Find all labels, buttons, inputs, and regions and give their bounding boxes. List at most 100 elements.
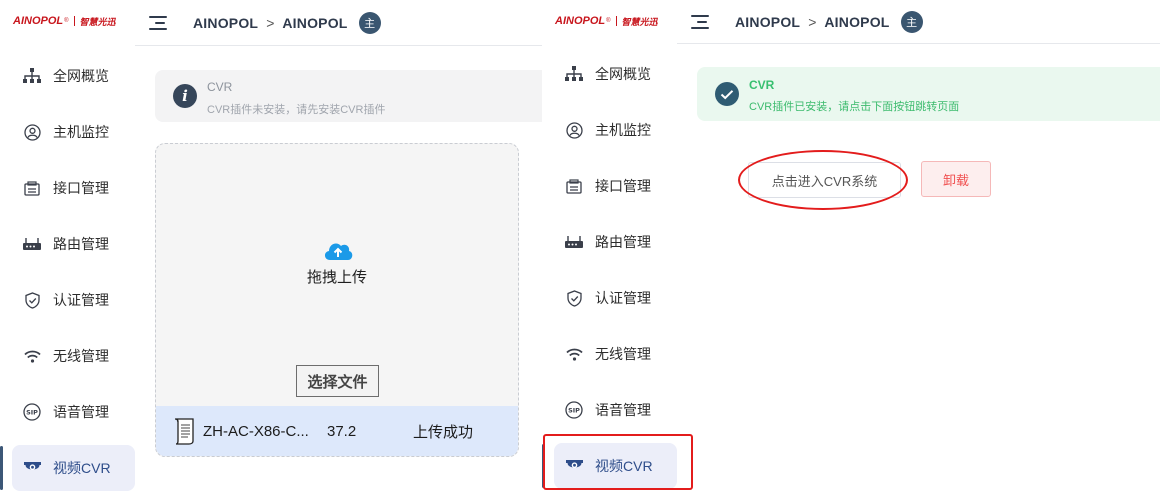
sidebar: AINOPOL ® 智慧光迅 全网概览 主机监控 接口管理 路由管理 认证管理 …	[542, 0, 677, 494]
sip-icon: SIP	[564, 400, 584, 420]
logo-separator	[73, 16, 75, 26]
interface-icon	[564, 176, 584, 196]
sidebar-item-label: 全网概览	[595, 66, 651, 82]
sidebar-item-label: 语音管理	[53, 404, 109, 420]
breadcrumb: AINOPOL > AINOPOL	[193, 15, 348, 31]
alert-description: CVR插件未安装，请先安装CVR插件	[207, 104, 386, 116]
user-circle-icon	[564, 120, 584, 140]
logo: AINOPOL ® 智慧光迅	[555, 10, 658, 32]
sidebar-item-label: 视频CVR	[53, 460, 111, 476]
sidebar-item-routing[interactable]: 路由管理	[0, 216, 135, 272]
sidebar-item-wireless[interactable]: 无线管理	[542, 326, 677, 382]
sidebar-item-host-monitor[interactable]: 主机监控	[0, 104, 135, 160]
sidebar-nav: 全网概览 主机监控 接口管理 路由管理 认证管理 无线管理 SIP 语音管理 视…	[542, 46, 677, 494]
check-circle-icon	[715, 82, 739, 106]
sidebar-item-label: 语音管理	[595, 402, 651, 418]
logo: AINOPOL ® 智慧光迅	[13, 10, 116, 32]
router-icon	[22, 234, 42, 254]
document-icon	[173, 417, 197, 445]
sidebar-item-label: 无线管理	[595, 346, 651, 362]
breadcrumb-item[interactable]: AINOPOL	[735, 14, 800, 30]
top-bar: AINOPOL > AINOPOL 主	[135, 0, 542, 46]
upload-status: 上传成功	[413, 423, 474, 441]
avatar[interactable]: 主	[358, 11, 381, 34]
network-topology-icon	[564, 64, 584, 84]
sidebar-item-voice[interactable]: SIP 语音管理	[542, 382, 677, 438]
uninstall-button[interactable]: 卸载	[921, 161, 991, 197]
sidebar-item-interface[interactable]: 接口管理	[542, 158, 677, 214]
network-topology-icon	[22, 66, 42, 86]
file-size: 37.2	[327, 422, 357, 440]
sidebar-item-network-overview[interactable]: 全网概览	[542, 46, 677, 102]
logo-separator	[615, 16, 617, 26]
alert-title: CVR	[749, 78, 775, 92]
shield-check-icon	[22, 290, 42, 310]
logo-registered-mark: ®	[64, 18, 69, 24]
uploaded-file-row: ZH-AC-X86-C... 37.2 上传成功	[156, 406, 518, 456]
sidebar-item-label: 路由管理	[53, 236, 109, 252]
svg-text:SIP: SIP	[26, 409, 38, 417]
router-icon	[564, 232, 584, 252]
breadcrumb-separator: >	[266, 14, 275, 31]
alert-description: CVR插件已安装，请点击下面按钮跳转页面	[749, 101, 960, 113]
top-bar: AINOPOL > AINOPOL 主	[677, 0, 1160, 44]
sidebar-item-label: 接口管理	[53, 180, 109, 196]
breadcrumb-item[interactable]: AINOPOL	[193, 15, 258, 31]
upload-dropzone[interactable]: 拖拽上传 选择文件 ZH-AC-X86-C... 37.2 上传成功	[155, 143, 519, 457]
menu-toggle-icon[interactable]	[691, 14, 709, 29]
sidebar-item-routing[interactable]: 路由管理	[542, 214, 677, 270]
left-screenshot-panel: AINOPOL ® 智慧光迅 全网概览 主机监控 接口管理 路由管理 认证管理 …	[0, 0, 542, 494]
active-indicator	[542, 444, 545, 488]
sidebar-item-label: 认证管理	[53, 292, 109, 308]
sidebar-item-video-cvr[interactable]: 视频CVR	[0, 440, 135, 494]
sidebar-item-label: 全网概览	[53, 68, 109, 84]
camera-icon	[564, 456, 584, 476]
breadcrumb-item[interactable]: AINOPOL	[282, 15, 347, 31]
sidebar-item-auth[interactable]: 认证管理	[542, 270, 677, 326]
sidebar-item-host-monitor[interactable]: 主机监控	[542, 102, 677, 158]
sidebar-item-video-cvr[interactable]: 视频CVR	[542, 438, 677, 494]
right-screenshot-panel: AINOPOL ® 智慧光迅 全网概览 主机监控 接口管理 路由管理 认证管理 …	[542, 0, 1160, 494]
logo-brand: AINOPOL	[555, 15, 606, 27]
svg-text:SIP: SIP	[568, 407, 580, 415]
breadcrumb-item[interactable]: AINOPOL	[824, 14, 889, 30]
cloud-upload-icon	[322, 238, 354, 262]
sidebar-item-auth[interactable]: 认证管理	[0, 272, 135, 328]
breadcrumb: AINOPOL > AINOPOL	[735, 14, 890, 30]
info-icon: i	[173, 84, 197, 108]
active-indicator	[0, 446, 3, 490]
cvr-not-installed-alert: i CVR CVR插件未安装，请先安装CVR插件	[155, 70, 542, 122]
sidebar-item-label: 无线管理	[53, 348, 109, 364]
select-file-button[interactable]: 选择文件	[296, 365, 379, 397]
sidebar-item-wireless[interactable]: 无线管理	[0, 328, 135, 384]
cvr-installed-alert: CVR CVR插件已安装，请点击下面按钮跳转页面	[697, 67, 1160, 121]
sidebar-item-label: 主机监控	[595, 122, 651, 138]
camera-icon	[22, 458, 42, 478]
sidebar-item-label: 认证管理	[595, 290, 651, 306]
alert-title: CVR	[207, 80, 233, 94]
menu-toggle-icon[interactable]	[149, 15, 167, 30]
drag-upload-label: 拖拽上传	[306, 269, 367, 286]
wifi-icon	[22, 346, 42, 366]
file-name: ZH-AC-X86-C...	[203, 422, 309, 440]
sidebar-item-interface[interactable]: 接口管理	[0, 160, 135, 216]
interface-icon	[22, 178, 42, 198]
sip-icon: SIP	[22, 402, 42, 422]
wifi-icon	[564, 344, 584, 364]
sidebar-item-label: 视频CVR	[595, 458, 653, 474]
breadcrumb-separator: >	[808, 13, 817, 30]
sidebar: AINOPOL ® 智慧光迅 全网概览 主机监控 接口管理 路由管理 认证管理 …	[0, 0, 135, 494]
sidebar-nav: 全网概览 主机监控 接口管理 路由管理 认证管理 无线管理 SIP 语音管理 视…	[0, 48, 135, 494]
enter-cvr-system-button[interactable]: 点击进入CVR系统	[748, 162, 901, 198]
logo-tagline: 智慧光迅	[621, 17, 658, 28]
sidebar-item-voice[interactable]: SIP 语音管理	[0, 384, 135, 440]
avatar[interactable]: 主	[900, 10, 923, 33]
shield-check-icon	[564, 288, 584, 308]
sidebar-item-label: 路由管理	[595, 234, 651, 250]
sidebar-item-label: 接口管理	[595, 178, 651, 194]
logo-brand: AINOPOL	[13, 15, 64, 27]
sidebar-item-network-overview[interactable]: 全网概览	[0, 48, 135, 104]
logo-registered-mark: ®	[606, 18, 611, 24]
user-circle-icon	[22, 122, 42, 142]
logo-tagline: 智慧光迅	[79, 17, 116, 28]
